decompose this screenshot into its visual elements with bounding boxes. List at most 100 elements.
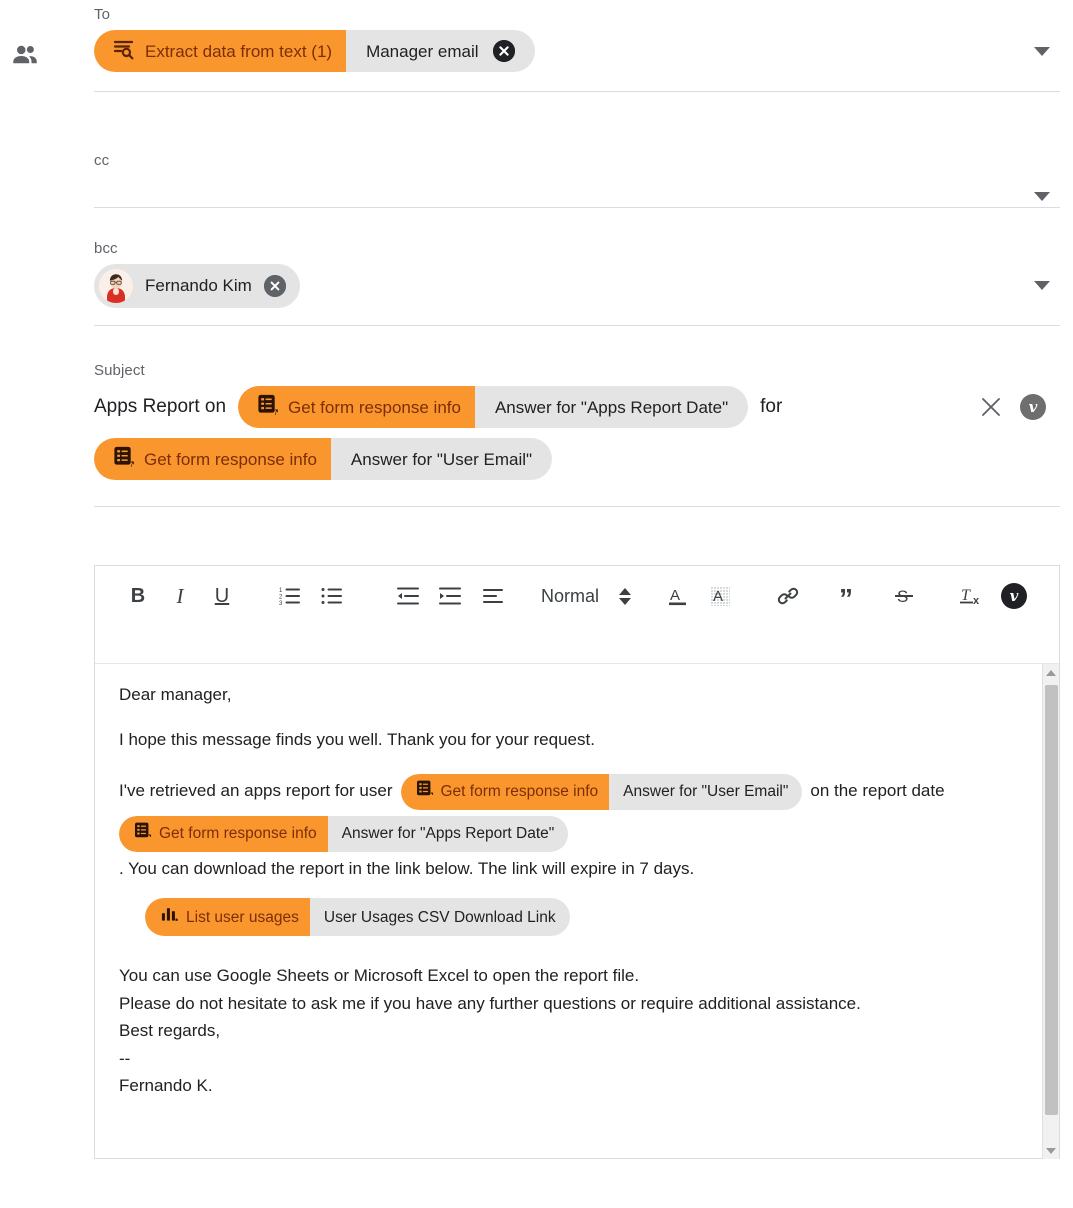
variable-chip-user-email[interactable]: i Get form response info Answer for "Use… <box>94 438 553 480</box>
svg-text:A: A <box>713 588 723 605</box>
highlight-color-icon[interactable]: A <box>699 576 741 616</box>
chip-source: List user usages <box>145 898 310 937</box>
subject-text-2: for <box>760 396 783 417</box>
subject-label: Subject <box>94 362 145 379</box>
closing-line-4: -- <box>119 1048 131 1068</box>
chevron-down-icon[interactable] <box>1034 192 1050 201</box>
bold-button[interactable]: B <box>117 576 159 616</box>
subject-field-row[interactable]: Subject Apps Report on i Get form respon… <box>94 362 1060 507</box>
avatar <box>99 269 133 303</box>
insert-variable-badge-icon[interactable]: v <box>1001 583 1028 609</box>
scroll-down-icon[interactable] <box>1043 1142 1059 1159</box>
variable-chip-user-email-body[interactable]: Get form response info Answer for "User … <box>400 773 803 810</box>
svg-text:3: 3 <box>279 601 283 607</box>
chip-value: Answer for "Apps Report Date" <box>494 397 729 417</box>
ordered-list-icon[interactable]: 1 2 3 <box>269 576 311 616</box>
form-response-icon: i <box>256 393 279 422</box>
recipient-chip-fernando-kim[interactable]: Fernando Kim <box>94 264 300 308</box>
chip-source: Get form response info <box>400 773 610 810</box>
variable-chip-manager-email[interactable]: Extract data from text (1) Manager email <box>94 30 535 72</box>
variable-chip-apps-report-date[interactable]: i Get form response info Answer for "App… <box>238 386 749 428</box>
text-color-icon[interactable]: A <box>657 576 699 616</box>
chevron-down-icon[interactable] <box>1034 281 1050 290</box>
chip-source-label: Get form response info <box>144 449 317 469</box>
closing-line-5: Fernando K. <box>119 1076 213 1096</box>
blockquote-icon[interactable]: ” <box>825 576 867 616</box>
extract-data-icon <box>112 37 136 66</box>
form-response-icon <box>133 821 152 847</box>
recipient-name: Fernando Kim <box>145 276 252 295</box>
people-icon <box>10 40 40 70</box>
chip-value: Answer for "Apps Report Date" <box>341 824 555 842</box>
subject-text-1: Apps Report on <box>94 396 227 417</box>
body-closing: You can use Google Sheets or Microsoft E… <box>119 962 1017 1100</box>
chip-source: i Get form response info <box>238 386 475 428</box>
closing-line-2: Please do not hesitate to ask me if you … <box>119 993 861 1013</box>
bcc-field-row[interactable]: bcc Fernando Kim <box>94 240 1060 326</box>
align-icon[interactable] <box>471 576 513 616</box>
chevron-down-icon[interactable] <box>1034 47 1050 56</box>
bullet-list-icon[interactable] <box>311 576 353 616</box>
chip-source-label: Get form response info <box>288 397 461 417</box>
closing-line-1: You can use Google Sheets or Microsoft E… <box>119 966 640 986</box>
variable-badge-icon[interactable]: v <box>1020 394 1046 420</box>
rich-text-editor[interactable]: B I U 1 2 3 Normal A A ” T x v Dear mana… <box>94 565 1060 1159</box>
clear-formatting-icon[interactable]: T x <box>951 576 993 616</box>
chip-source: Extract data from text (1) <box>94 30 347 72</box>
chip-source-label: List user usages <box>186 908 299 926</box>
remove-icon[interactable] <box>492 40 515 62</box>
editor-scrollbar[interactable] <box>1042 664 1059 1159</box>
bar-chart-icon <box>159 904 179 931</box>
to-label: To <box>94 6 111 23</box>
form-response-icon: i <box>112 445 135 474</box>
scroll-thumb[interactable] <box>1045 685 1058 1115</box>
body-link-paragraph: List user usages User Usages CSV Downloa… <box>145 898 1017 937</box>
close-icon[interactable] <box>978 394 1004 420</box>
chip-value: User Usages CSV Download Link <box>323 908 556 926</box>
variable-chip-apps-report-date-body[interactable]: Get form response info Answer for "Apps … <box>119 815 569 852</box>
body-main-paragraph: I've retrieved an apps report for user G… <box>119 773 1017 881</box>
subject-actions[interactable]: v <box>978 394 1046 420</box>
body-main-part2: on the report date <box>810 781 945 801</box>
chip-value: Answer for "User Email" <box>350 449 533 469</box>
scroll-up-icon[interactable] <box>1043 664 1059 681</box>
bcc-field-body[interactable]: Fernando Kim <box>94 264 1060 308</box>
bcc-label: bcc <box>94 240 118 257</box>
closing-line-3: Best regards, <box>119 1021 221 1041</box>
svg-text:1: 1 <box>279 588 283 594</box>
editor-body[interactable]: Dear manager, I hope this message finds … <box>95 664 1059 1159</box>
chip-value: Answer for "User Email" <box>623 782 789 800</box>
link-icon[interactable] <box>767 576 809 616</box>
chip-source: i Get form response info <box>94 438 331 480</box>
underline-button[interactable]: U <box>201 576 243 616</box>
chip-value-label: Manager email <box>366 41 479 61</box>
editor-toolbar[interactable]: B I U 1 2 3 Normal A A ” T x v <box>95 566 1059 664</box>
chip-source-label: Extract data from text (1) <box>145 41 333 61</box>
svg-text:2: 2 <box>279 594 283 600</box>
remove-icon[interactable] <box>263 275 286 297</box>
body-main-part3: . You can download the report in the lin… <box>119 858 695 878</box>
variable-chip-user-usages-csv[interactable]: List user usages User Usages CSV Downloa… <box>145 898 570 937</box>
svg-text:i: i <box>131 462 133 468</box>
text-style-value: Normal <box>541 585 600 606</box>
subject-value[interactable]: Apps Report on i Get form response info … <box>94 386 954 480</box>
cc-field-row[interactable]: cc <box>94 152 1060 208</box>
svg-text:i: i <box>275 410 277 416</box>
outdent-icon[interactable] <box>387 576 429 616</box>
body-greeting: Dear manager, <box>119 685 232 704</box>
form-response-icon <box>415 779 434 805</box>
svg-text:T: T <box>961 587 971 604</box>
stepper-icon[interactable] <box>619 587 632 605</box>
cc-label: cc <box>94 152 110 169</box>
chip-source-label: Get form response info <box>159 824 317 842</box>
indent-icon[interactable] <box>429 576 471 616</box>
to-field-body[interactable]: Extract data from text (1) Manager email <box>94 30 1060 72</box>
chip-source: Get form response info <box>119 815 328 852</box>
body-main-part1: I've retrieved an apps report for user <box>119 781 393 801</box>
strikethrough-icon[interactable]: S <box>883 576 925 616</box>
italic-button[interactable]: I <box>159 576 201 616</box>
text-style-select[interactable]: Normal <box>541 585 632 607</box>
body-intro: I hope this message finds you well. Than… <box>119 729 595 749</box>
svg-text:A: A <box>670 587 680 604</box>
to-field-row[interactable]: To Extract data from text (1) Manager em… <box>94 6 1060 92</box>
